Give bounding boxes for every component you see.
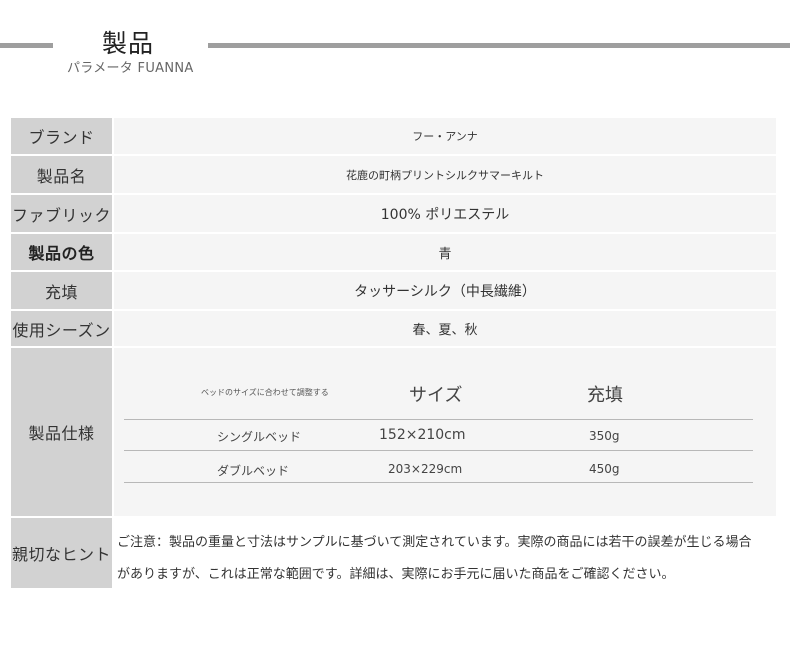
spec-row-fill: 350g	[589, 429, 620, 443]
spec-row-size: 203×229cm	[388, 462, 463, 476]
spec-header-bed: ベッドのサイズに合わせて調整する	[201, 388, 329, 397]
season-label: 使用シーズン	[11, 311, 112, 346]
spec-divider	[124, 482, 753, 483]
filling-label: 充填	[11, 272, 112, 309]
spec-row-bed: シングルベッド	[217, 430, 302, 444]
brand-label: ブランド	[11, 118, 112, 154]
tip-text-line: ご注意：製品の重量と寸法はサンプルに基づいて測定されています。実際の商品には若干…	[117, 535, 752, 550]
section-title: 製品	[102, 29, 155, 58]
section-subtitle: パラメータ FUANNA	[67, 61, 194, 76]
color-label: 製品の色	[11, 234, 112, 270]
spec-row-bed: ダブルベッド	[217, 464, 290, 478]
tip-label: 親切なヒント	[11, 518, 112, 588]
fabric-label: ファブリック	[11, 195, 112, 232]
spec-row-fill: 450g	[589, 462, 620, 476]
row-fabric: ファブリック 100% ポリエステル	[11, 195, 776, 232]
row-season: 使用シーズン 春、夏、秋	[11, 311, 776, 346]
row-filling: 充填 タッサーシルク（中長繊維）	[11, 272, 776, 309]
brand-value: フー・アンナ	[114, 118, 776, 154]
spec-label: 製品仕様	[11, 348, 112, 516]
spec-divider	[124, 419, 753, 420]
spec-header-fill: 充填	[587, 385, 623, 406]
row-product-name: 製品名 花鹿の町柄プリントシルクサマーキルト	[11, 156, 776, 193]
header-rule-right	[208, 43, 790, 48]
product-name-value: 花鹿の町柄プリントシルクサマーキルト	[114, 156, 776, 193]
spec-header-size: サイズ	[409, 385, 463, 406]
row-brand: ブランド フー・アンナ	[11, 118, 776, 154]
product-name-label: 製品名	[11, 156, 112, 193]
header-rule-left	[0, 43, 53, 48]
tip-text-line: がありますが、これは正常な範囲です。詳細は、実際にお手元に届いた商品をご確認くだ…	[117, 567, 675, 582]
spec-row-size: 152×210cm	[379, 427, 466, 443]
season-value: 春、夏、秋	[114, 311, 776, 346]
filling-value: タッサーシルク（中長繊維）	[114, 272, 776, 309]
row-color: 製品の色 青	[11, 234, 776, 270]
fabric-value: 100% ポリエステル	[114, 195, 776, 232]
spec-divider	[124, 450, 753, 451]
color-value: 青	[114, 234, 776, 270]
